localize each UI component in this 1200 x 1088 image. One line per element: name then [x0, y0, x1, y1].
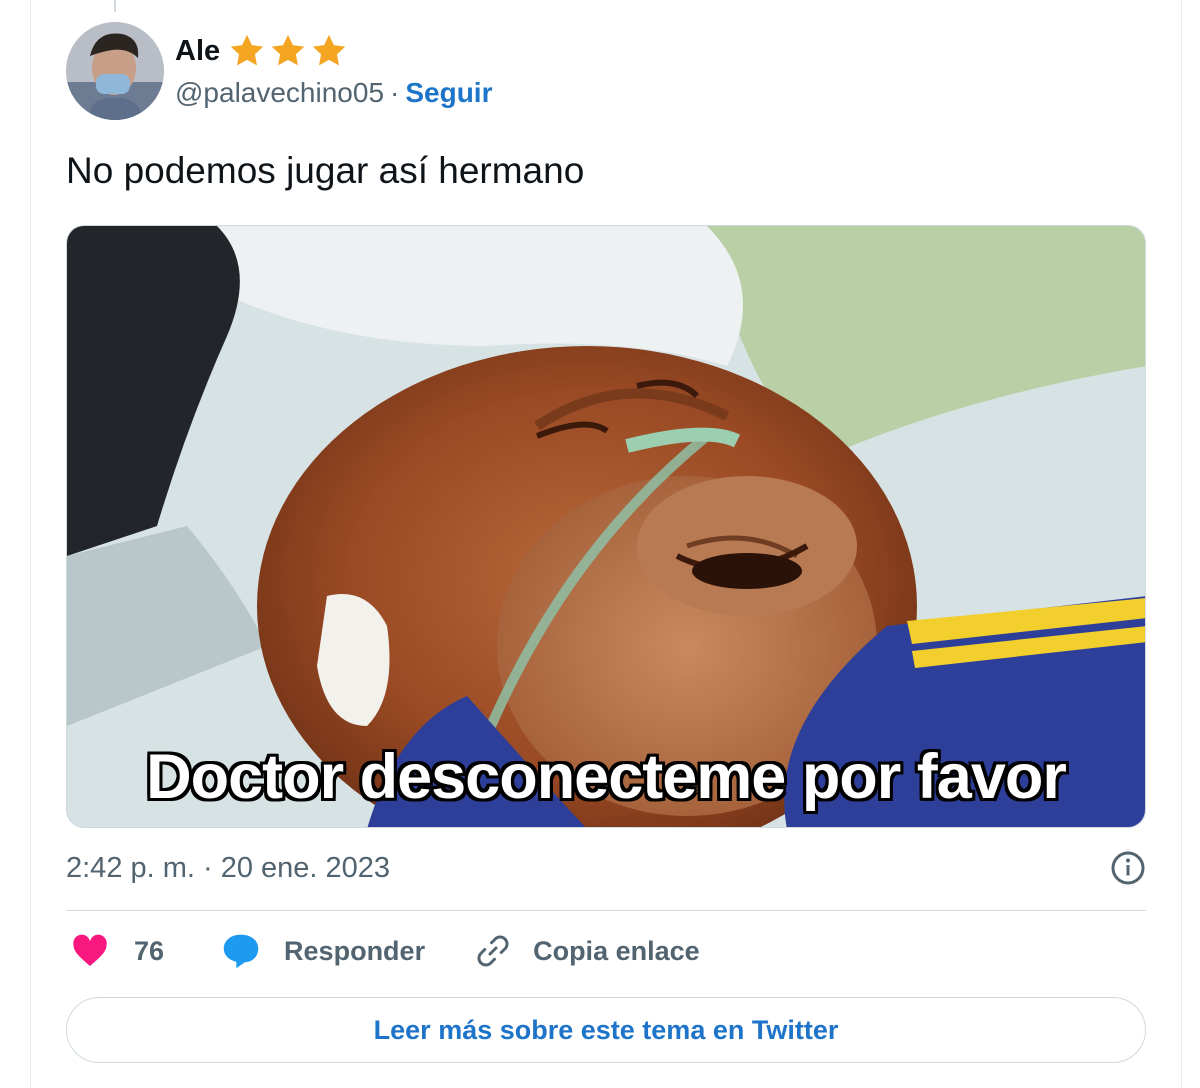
- read-more-button[interactable]: Leer más sobre este tema en Twitter: [66, 997, 1146, 1063]
- star-icon: [312, 34, 346, 66]
- author-name-row: Ale: [175, 32, 348, 70]
- author-handle[interactable]: @palavechino05: [175, 77, 384, 109]
- heart-icon: [73, 934, 107, 966]
- tweet-timestamp[interactable]: 2:42 p. m. · 20 ene. 2023: [66, 852, 390, 885]
- like-button[interactable]: 76: [72, 934, 164, 968]
- link-icon: [477, 935, 509, 967]
- speech-bubble-icon: [223, 934, 259, 969]
- star-badges: [228, 32, 348, 70]
- tweet-text: No podemos jugar así hermano: [66, 150, 585, 191]
- like-count: 76: [134, 935, 165, 966]
- reply-button[interactable]: Responder: [222, 933, 425, 969]
- copy-link-button[interactable]: Copia enlace: [475, 933, 700, 969]
- divider: [66, 910, 1146, 911]
- follow-button[interactable]: Seguir: [405, 77, 492, 109]
- meme-image: [67, 226, 1145, 827]
- info-icon[interactable]: [1110, 850, 1146, 886]
- tweet-meta-row: 2:42 p. m. · 20 ene. 2023: [66, 850, 1146, 886]
- separator-dot: ·: [390, 77, 400, 108]
- reply-label: Responder: [284, 935, 426, 966]
- tweet-actions: 76 Responder Copia enlace: [72, 933, 700, 969]
- avatar[interactable]: [66, 22, 164, 120]
- star-icon: [271, 34, 305, 66]
- thread-connector: [114, 0, 116, 12]
- copy-link-label: Copia enlace: [533, 935, 700, 966]
- star-icon: [230, 34, 264, 66]
- author-handle-row: @palavechino05 · Seguir: [175, 77, 492, 109]
- author-display-name[interactable]: Ale: [175, 35, 220, 68]
- meme-caption: Doctor desconecteme por favor: [146, 742, 1067, 812]
- tweet-media-image[interactable]: Doctor desconecteme por favor: [66, 225, 1146, 828]
